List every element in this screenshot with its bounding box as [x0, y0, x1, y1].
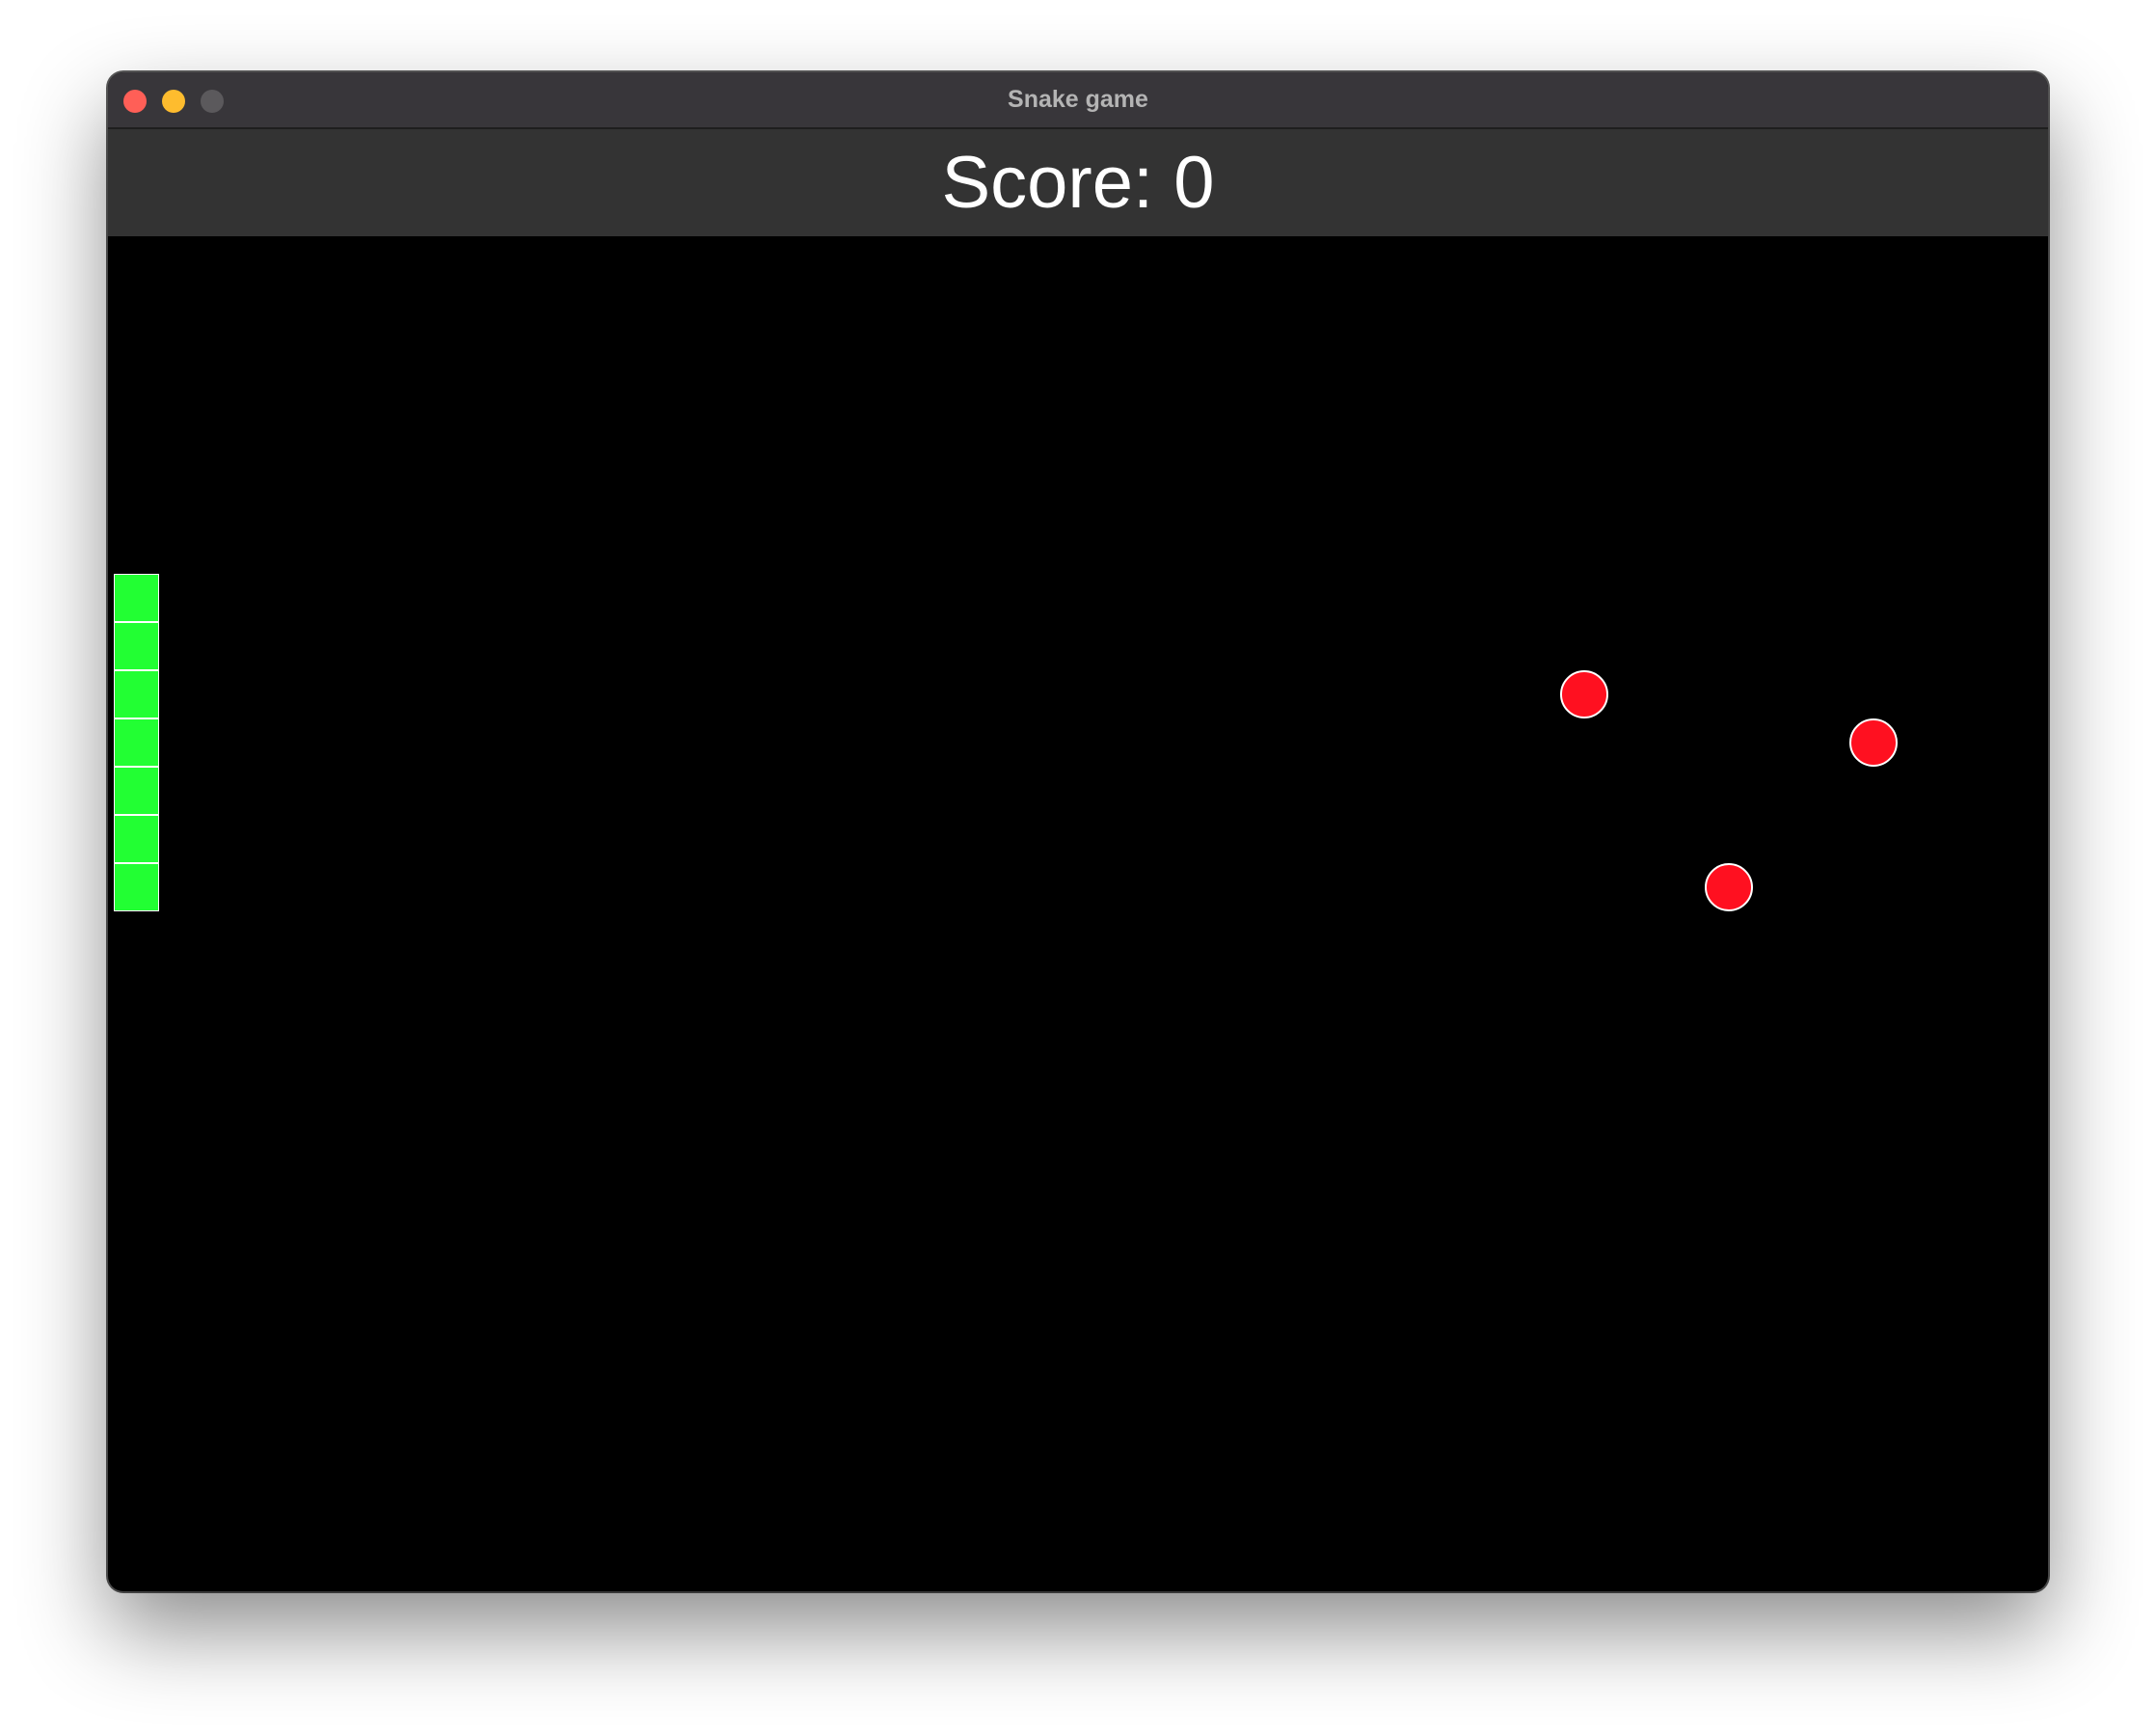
score-bar: Score: 0 — [108, 129, 2048, 236]
snake-head-segment — [114, 574, 159, 622]
score-label: Score: 0 — [941, 142, 1215, 224]
snake-body-segment — [114, 767, 159, 815]
game-board[interactable] — [114, 236, 2042, 1586]
snake-body-segment — [114, 863, 159, 911]
snake-body-segment — [114, 815, 159, 863]
snake-body-segment — [114, 718, 159, 767]
snake-body-segment — [114, 622, 159, 670]
snake-game-window: Snake game Score: 0 — [108, 72, 2048, 1591]
food-apple — [1705, 863, 1753, 911]
title-bar[interactable]: Snake game — [108, 72, 2048, 129]
window-title: Snake game — [1008, 86, 1148, 113]
snake-body-segment — [114, 670, 159, 718]
food-apple — [1560, 670, 1608, 718]
food-apple — [1849, 718, 1898, 767]
